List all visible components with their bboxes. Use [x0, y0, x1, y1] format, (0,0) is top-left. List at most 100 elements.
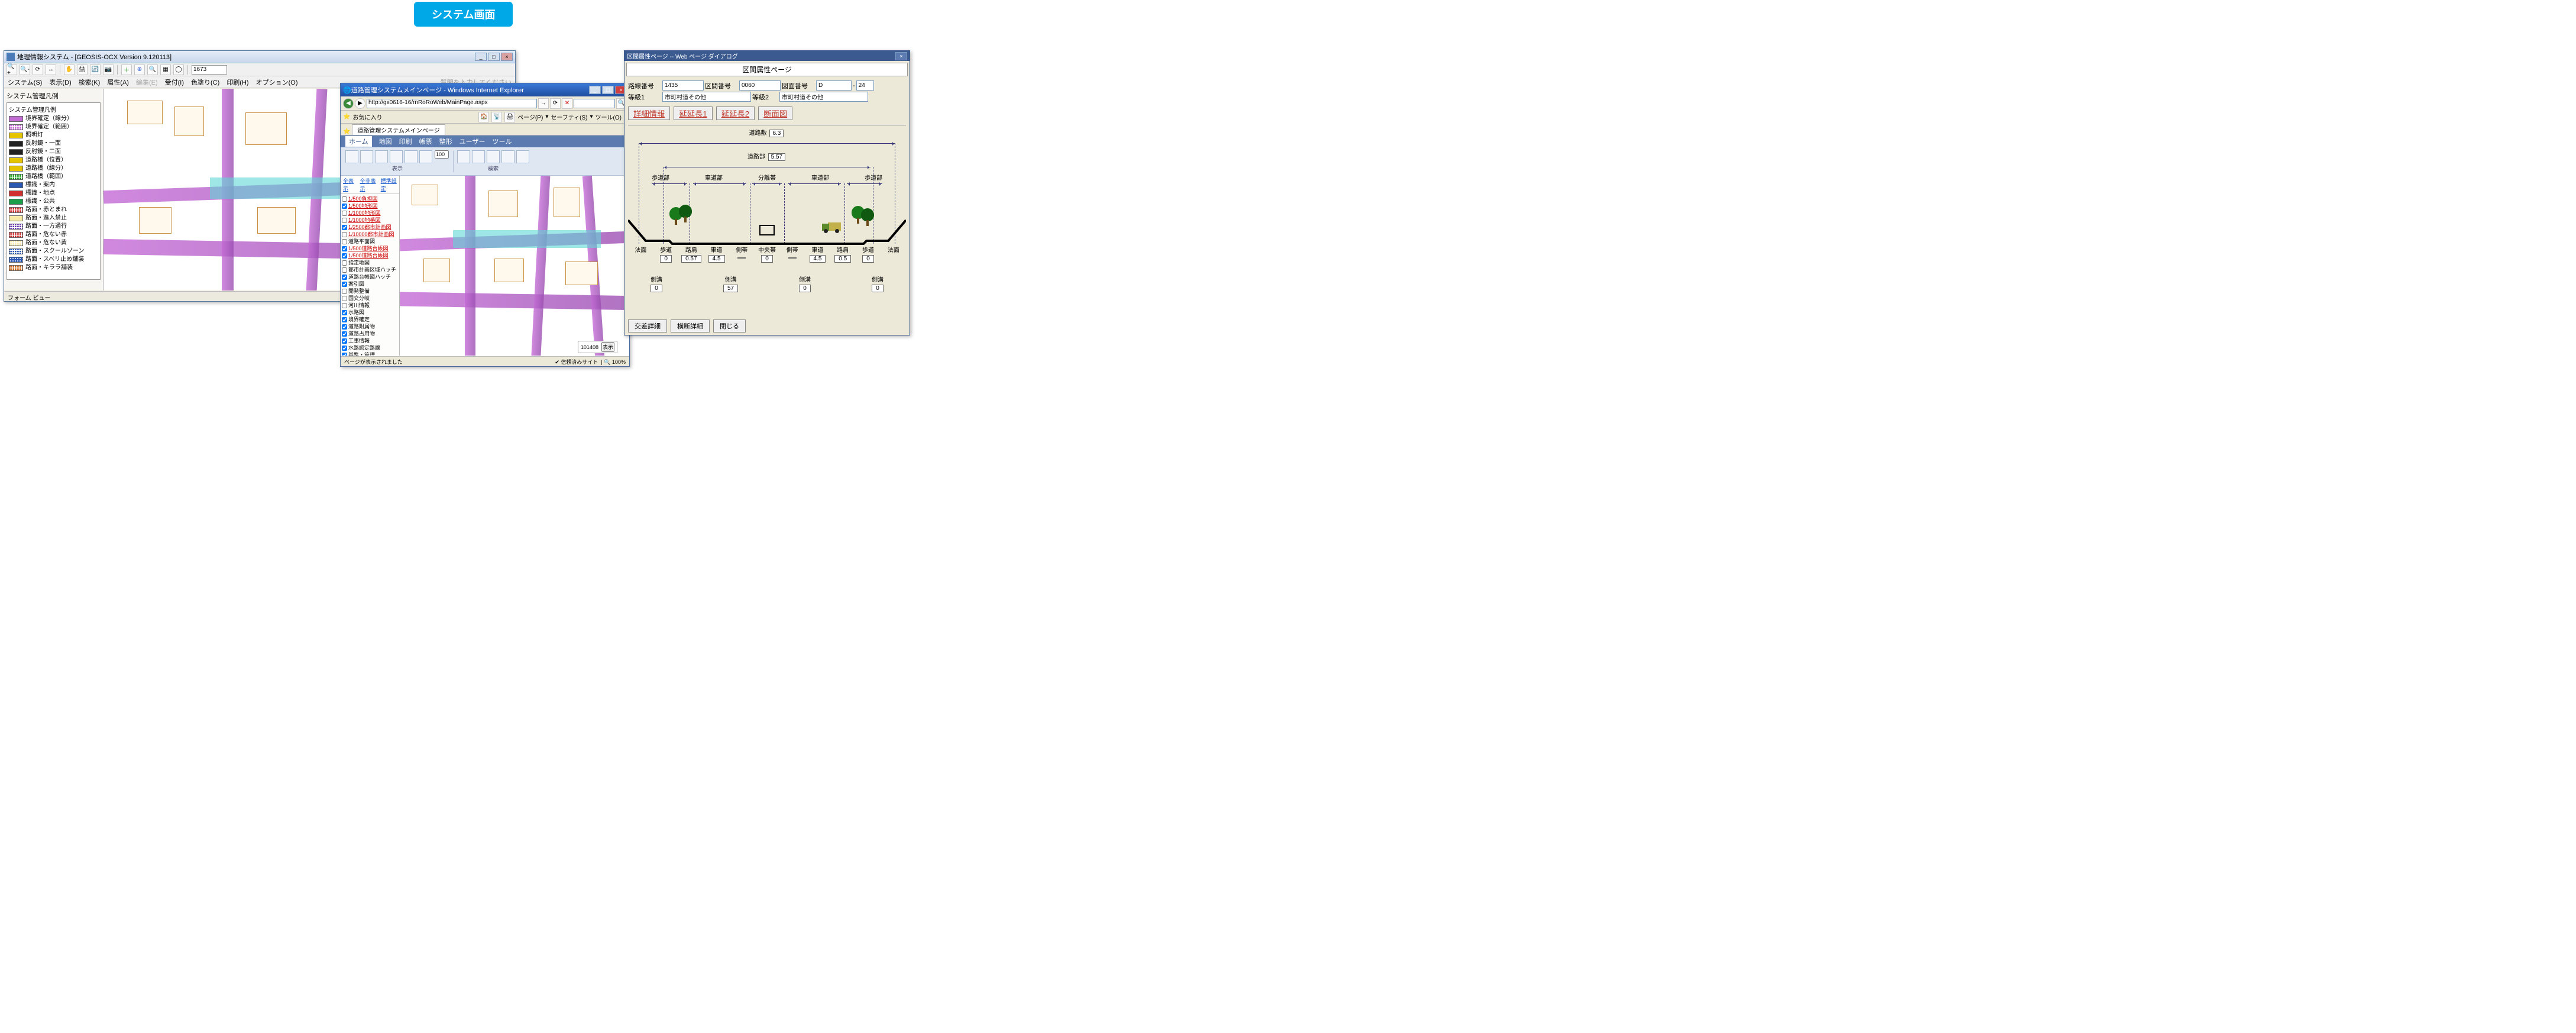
ribbon-button[interactable]: [472, 150, 485, 163]
layer-item[interactable]: 1/10000都市計画図: [342, 231, 398, 238]
ribbon-tab[interactable]: 印刷: [399, 137, 412, 146]
tool-icon[interactable]: 🔍+: [7, 64, 17, 75]
maximize-button[interactable]: □: [602, 86, 614, 94]
tool-icon[interactable]: ⟳: [33, 64, 43, 75]
tool-icon[interactable]: 🔍-: [20, 64, 30, 75]
ribbon-button[interactable]: [487, 150, 500, 163]
layer-item[interactable]: 都市計画区域ハッチ: [342, 266, 398, 273]
safety-menu[interactable]: セーフティ(S): [551, 112, 587, 121]
favorites-star-icon[interactable]: ⭐: [343, 128, 350, 135]
ribbon-button[interactable]: [390, 150, 403, 163]
menu-item[interactable]: オプション(O): [256, 78, 298, 87]
menu-item[interactable]: 表示(D): [49, 78, 71, 87]
tab-xsection[interactable]: 断面図: [758, 106, 792, 120]
close-button[interactable]: ×: [895, 52, 907, 60]
ribbon-button[interactable]: [360, 150, 373, 163]
ribbon-button[interactable]: [419, 150, 432, 163]
layer-item[interactable]: 指定地図: [342, 259, 398, 266]
layer-item[interactable]: 案引図: [342, 280, 398, 288]
layer-item[interactable]: 水路図: [342, 309, 398, 316]
menu-item[interactable]: 検索(K): [79, 78, 101, 87]
ribbon-button[interactable]: [404, 150, 418, 163]
class1-field[interactable]: [662, 92, 751, 102]
close-button[interactable]: ×: [501, 53, 513, 61]
go-button[interactable]: →: [538, 98, 549, 109]
route-no-field[interactable]: [662, 80, 704, 91]
layer-item[interactable]: 1/2500都市計画図: [342, 224, 398, 231]
feed-icon[interactable]: 📡: [491, 112, 502, 122]
tool-icon[interactable]: ✋: [64, 64, 75, 75]
menu-item[interactable]: 印刷(H): [226, 78, 248, 87]
coord-show-button[interactable]: 表示: [601, 342, 614, 352]
menu-item[interactable]: 編集(E): [136, 78, 158, 87]
address-bar[interactable]: http://gx0616-16/rnRoRoWeb/MainPage.aspx: [367, 99, 537, 108]
layer-item[interactable]: 開発整備: [342, 288, 398, 295]
tool-icon[interactable]: ▦: [160, 64, 171, 75]
layer-item[interactable]: 1/500道路台帳図: [342, 245, 398, 252]
browser-tab[interactable]: 道路管理システムメインページ: [352, 124, 445, 135]
map-canvas[interactable]: 101408 表示: [400, 176, 629, 356]
ribbon-tab-home[interactable]: ホーム: [345, 136, 372, 147]
tool-icon[interactable]: 🔍: [147, 64, 158, 75]
back-button[interactable]: ◀: [343, 98, 354, 109]
tab-detail[interactable]: 詳細情報: [628, 106, 670, 120]
layer-item[interactable]: 境界確定: [342, 316, 398, 323]
ribbon-button[interactable]: [501, 150, 514, 163]
minimize-button[interactable]: _: [475, 53, 487, 61]
tool-icon[interactable]: ＋: [121, 64, 132, 75]
tool-icon[interactable]: ↔: [46, 64, 56, 75]
layer-hide-all[interactable]: 全非表示: [360, 177, 376, 192]
tab-ext1[interactable]: 延延長1: [674, 106, 712, 120]
page-menu[interactable]: ページ(P): [517, 112, 543, 121]
search-box[interactable]: [574, 99, 615, 108]
tools-menu[interactable]: ツール(O): [596, 112, 622, 121]
zoom-input[interactable]: [192, 65, 227, 75]
sheet-no-field[interactable]: [816, 80, 852, 91]
ribbon-tab[interactable]: ユーザー: [459, 137, 486, 146]
refresh-button[interactable]: ⟳: [550, 98, 561, 109]
layer-item[interactable]: 1/500負担図: [342, 195, 398, 202]
zoom-value[interactable]: [435, 150, 449, 159]
layer-item[interactable]: 1/500道路台帳図: [342, 252, 398, 259]
sheet-sub-field[interactable]: [856, 80, 874, 91]
home-icon[interactable]: 🏠: [478, 112, 489, 122]
ribbon-tab[interactable]: 帳票: [419, 137, 432, 146]
minimize-button[interactable]: _: [589, 86, 601, 94]
layer-item[interactable]: 1/1000地番図: [342, 217, 398, 224]
layer-item[interactable]: 道路平面図: [342, 238, 398, 245]
menu-item[interactable]: 受付(I): [165, 78, 184, 87]
ribbon-tab[interactable]: ツール: [492, 137, 512, 146]
ribbon-tab[interactable]: 地図: [379, 137, 392, 146]
layer-item[interactable]: 道路占用物: [342, 330, 398, 337]
tool-icon[interactable]: 📷: [103, 64, 114, 75]
tab-ext2[interactable]: 延延長2: [716, 106, 755, 120]
layer-item[interactable]: 1/1000地形図: [342, 209, 398, 217]
section-no-field[interactable]: [739, 80, 781, 91]
transverse-detail-button[interactable]: 横断詳細: [671, 319, 710, 333]
favorites-icon[interactable]: ⭐: [343, 114, 350, 120]
menu-item[interactable]: 色塗り(C): [191, 78, 219, 87]
close-dialog-button[interactable]: 閉じる: [713, 319, 746, 333]
favorites-label[interactable]: お気に入り: [352, 112, 382, 121]
tool-icon[interactable]: ⊕: [134, 64, 145, 75]
layer-item[interactable]: 1/500地形図: [342, 202, 398, 209]
forward-button[interactable]: ▶: [355, 98, 365, 109]
stop-button[interactable]: ✕: [562, 98, 572, 109]
layer-item[interactable]: 工事情報: [342, 337, 398, 344]
tool-icon[interactable]: ◯: [173, 64, 184, 75]
layer-item[interactable]: 道路台帳図ハッチ: [342, 273, 398, 280]
layer-item[interactable]: 道路附属物: [342, 323, 398, 330]
cross-detail-button[interactable]: 交差詳細: [628, 319, 667, 333]
layer-default[interactable]: 標準設定: [381, 177, 397, 192]
class2-field[interactable]: [779, 92, 868, 102]
ribbon-button[interactable]: [345, 150, 358, 163]
layer-item[interactable]: 国交分岐: [342, 295, 398, 302]
layer-item[interactable]: 基準・管理: [342, 351, 398, 356]
tool-icon[interactable]: 🔄: [90, 64, 101, 75]
print-icon[interactable]: 🖨: [504, 112, 515, 122]
ribbon-button[interactable]: [516, 150, 529, 163]
tool-icon[interactable]: 🖨: [77, 64, 88, 75]
ribbon-tab[interactable]: 整形: [439, 137, 452, 146]
layer-item[interactable]: 河川情報: [342, 302, 398, 309]
ribbon-button[interactable]: [375, 150, 388, 163]
